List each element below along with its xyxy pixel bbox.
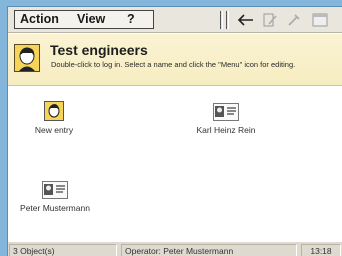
toolbar-separator: [226, 11, 229, 29]
entry-peter-mustermann[interactable]: Peter Mustermann: [14, 181, 96, 213]
back-arrow-icon[interactable]: [236, 10, 256, 30]
menu-view[interactable]: View: [77, 12, 105, 26]
page-title: Test engineers: [50, 42, 148, 58]
user-card-icon: [42, 181, 68, 199]
entry-new[interactable]: New entry: [22, 101, 86, 135]
edit-icon[interactable]: [260, 10, 280, 30]
status-time: 13:18: [301, 244, 341, 256]
status-bar: 3 Object(s) Operator: Peter Mustermann 1…: [8, 241, 342, 256]
menu-action[interactable]: Action: [20, 12, 59, 26]
new-user-icon: [44, 101, 64, 121]
status-object-count: 3 Object(s): [9, 244, 117, 256]
section-header: Test engineers Double-click to log in. S…: [8, 34, 342, 86]
menu-bar: Action View ?: [8, 7, 342, 33]
toolbar-separator: [220, 11, 223, 29]
entry-label: New entry: [34, 125, 74, 135]
entry-grid: New entry Karl Heinz Rein Peter Musterma…: [8, 87, 342, 241]
window-icon[interactable]: [310, 10, 330, 30]
status-operator: Operator: Peter Mustermann: [121, 244, 297, 256]
entry-label: Karl Heinz Rein: [196, 125, 256, 135]
user-card-icon: [213, 103, 239, 121]
menu-group: Action View ?: [14, 10, 154, 29]
application-window: Action View ? Test engineers Double-clic…: [7, 6, 342, 256]
header-description: Double-click to log in. Select a name an…: [51, 60, 296, 69]
entry-label: Peter Mustermann: [20, 203, 90, 213]
entry-karl-heinz-rein[interactable]: Karl Heinz Rein: [186, 103, 266, 135]
menu-help[interactable]: ?: [127, 12, 135, 26]
user-group-icon: [14, 44, 40, 72]
tools-icon[interactable]: [284, 10, 304, 30]
